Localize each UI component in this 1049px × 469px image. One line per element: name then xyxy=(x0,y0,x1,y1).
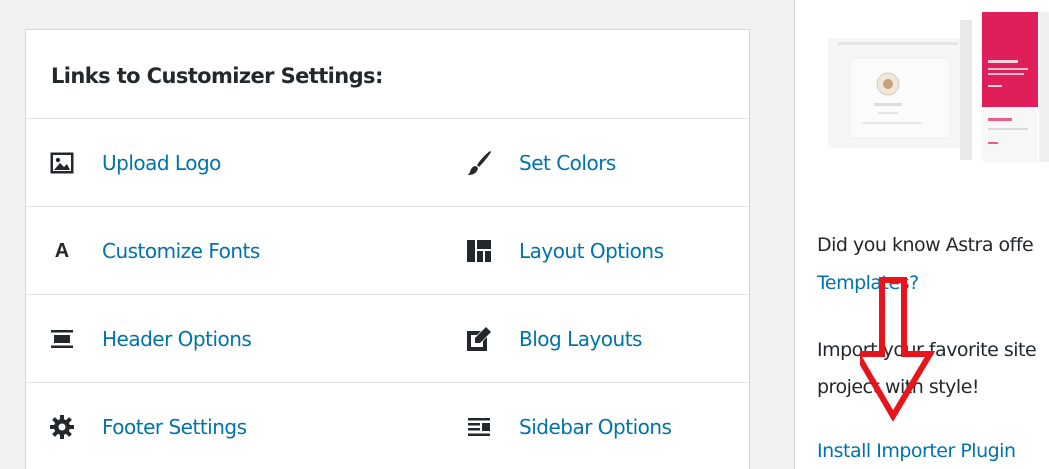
header-options-label[interactable]: Header Options xyxy=(102,327,252,351)
starter-templates-preview-image xyxy=(810,0,1049,195)
format-image-icon xyxy=(49,150,75,176)
settings-row: Header Options Blog Layouts xyxy=(26,295,749,383)
settings-row: Upload Logo Set Colors xyxy=(26,119,749,207)
install-importer-plugin-link[interactable]: Install Importer Plugin xyxy=(817,440,1016,462)
paintbrush-icon xyxy=(466,150,492,176)
align-center-icon xyxy=(49,326,75,352)
annotation-arrow-icon xyxy=(860,277,936,421)
set-colors-label[interactable]: Set Colors xyxy=(519,151,616,175)
upload-logo-label[interactable]: Upload Logo xyxy=(102,151,221,175)
panel-title: Links to Customizer Settings: xyxy=(26,30,749,119)
header-options-link[interactable]: Header Options xyxy=(49,295,252,383)
admin-generic-icon xyxy=(49,414,75,440)
sidebar-options-label[interactable]: Sidebar Options xyxy=(519,415,672,439)
layout-options-label[interactable]: Layout Options xyxy=(519,239,664,263)
customize-fonts-label[interactable]: Customize Fonts xyxy=(102,239,260,263)
footer-settings-label[interactable]: Footer Settings xyxy=(102,415,247,439)
footer-settings-link[interactable]: Footer Settings xyxy=(49,383,247,469)
blog-layouts-link[interactable]: Blog Layouts xyxy=(466,295,642,383)
layout-options-link[interactable]: Layout Options xyxy=(466,207,664,295)
settings-row: Footer Settings Sidebar Options xyxy=(26,383,749,469)
customizer-links-panel: Links to Customizer Settings: Upload Log… xyxy=(25,29,750,469)
upload-logo-link[interactable]: Upload Logo xyxy=(49,119,221,207)
sidebar-options-link[interactable]: Sidebar Options xyxy=(466,383,672,469)
sidebar-intro-text: Did you know Astra offe xyxy=(817,234,1034,256)
set-colors-link[interactable]: Set Colors xyxy=(466,119,616,207)
settings-row: A Customize Fonts Layout Options xyxy=(26,207,749,295)
blog-layouts-label[interactable]: Blog Layouts xyxy=(519,327,642,351)
editor-textcolor-icon: A xyxy=(54,239,70,262)
welcome-write-blog-icon xyxy=(466,326,492,352)
layout-icon xyxy=(466,238,492,264)
customize-fonts-link[interactable]: A Customize Fonts xyxy=(49,207,261,295)
align-right-icon xyxy=(466,414,492,440)
